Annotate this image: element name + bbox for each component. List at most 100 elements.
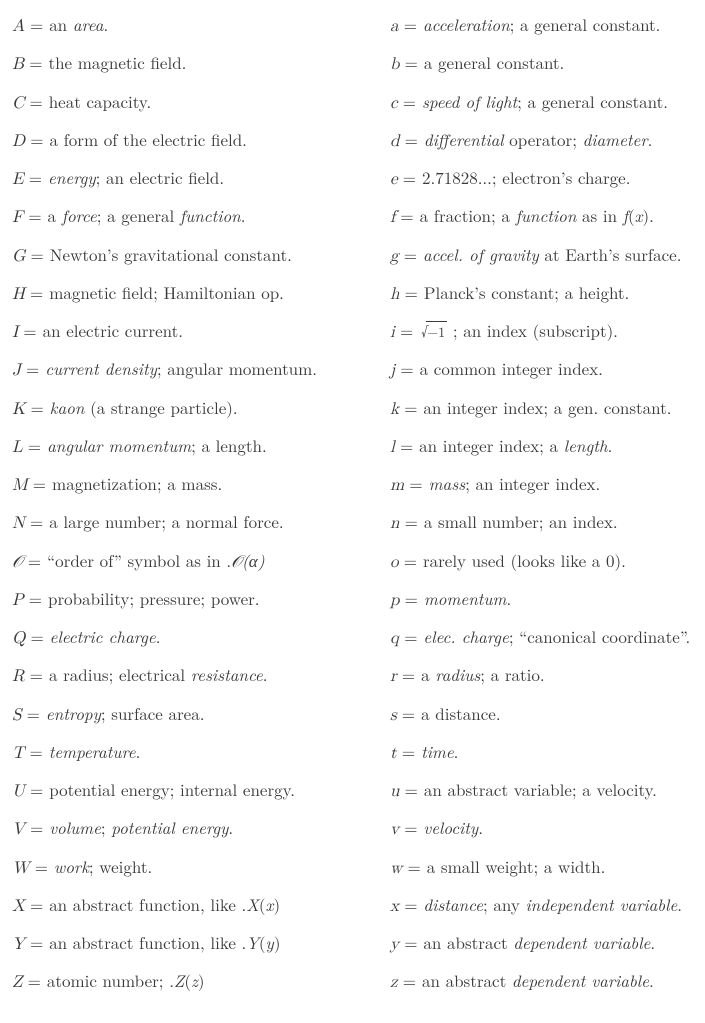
- lowercase-description: acceleration; a general constant.: [423, 14, 660, 35]
- text: ; a general constant.: [510, 12, 661, 36]
- uppercase-description: the magnetic field.: [48, 52, 186, 73]
- uppercase-entry: X=an abstract function, like .X(x): [12, 894, 390, 917]
- lowercase-entry: r=a radius; a ratio.: [390, 664, 695, 687]
- definition-row: J=current density; angular momentum.j=a …: [12, 358, 695, 381]
- lowercase-entry: c=speed of light; a general constant.: [390, 91, 695, 114]
- text: a small number; an index.: [424, 509, 618, 533]
- lowercase-description: a fraction; a function as in f(x).: [420, 205, 654, 226]
- uppercase-description: a form of the electric field.: [49, 129, 246, 150]
- lowercase-entry: i=√−1 ; an index (subscript).: [390, 320, 695, 343]
- uppercase-entry: C=heat capacity.: [12, 91, 390, 114]
- equals-sign: =: [24, 741, 48, 762]
- uppercase-entry: Q=electric charge.: [12, 626, 390, 649]
- uppercase-symbol: Y: [12, 934, 25, 955]
- uppercase-symbol: U: [12, 781, 25, 802]
- equals-sign: =: [395, 320, 419, 341]
- text: a small weight; a width.: [427, 854, 606, 878]
- text: ; an electric field.: [96, 165, 225, 189]
- uppercase-description: kaon (a strange particle).: [50, 397, 238, 418]
- uppercase-entry: A=an area.: [12, 14, 390, 37]
- italic-term: speed of light: [422, 89, 517, 113]
- equals-sign: =: [404, 473, 428, 494]
- equals-sign: =: [397, 664, 421, 685]
- lowercase-entry: j=a common integer index.: [390, 358, 695, 381]
- uppercase-entry: Y=an abstract function, like .Y(y): [12, 932, 390, 955]
- uppercase-description: magnetic field; Hamiltonian op.: [49, 282, 284, 303]
- lowercase-description: an integer index; a gen. constant.: [423, 397, 671, 418]
- lowercase-description: an abstract dependent variable.: [423, 932, 655, 953]
- italic-term: function: [516, 203, 577, 227]
- text: probability; pressure; power.: [48, 586, 260, 610]
- definition-row: C=heat capacity.c=speed of light; a gene…: [12, 91, 695, 114]
- equals-sign: =: [28, 473, 52, 494]
- text: Planck’s constant; a height.: [424, 280, 629, 304]
- definition-row: N=a large number; a normal force.n=a sma…: [12, 511, 695, 534]
- equals-sign: =: [25, 779, 49, 800]
- uppercase-description: a large number; a normal force.: [49, 511, 283, 532]
- italic-term: function: [180, 203, 241, 227]
- uppercase-symbol: K: [12, 399, 25, 420]
- uppercase-description: electric charge.: [50, 626, 161, 647]
- lowercase-symbol: k: [390, 399, 399, 420]
- text: .: [478, 815, 483, 839]
- uppercase-entry: E=energy; an electric field.: [12, 167, 390, 190]
- text: .: [103, 12, 108, 36]
- uppercase-description: atomic number; .Z(z): [47, 970, 205, 991]
- italic-term: length: [564, 433, 608, 457]
- lowercase-entry: h=Planck’s constant; a height.: [390, 282, 695, 305]
- italic-term: distance: [423, 892, 483, 916]
- lowercase-symbol: m: [390, 475, 404, 496]
- lowercase-description: a small weight; a width.: [427, 856, 606, 877]
- lowercase-description: velocity.: [423, 817, 483, 838]
- italic-term: kaon: [50, 395, 85, 419]
- uppercase-description: magnetization; a mass.: [52, 473, 222, 494]
- equals-sign: =: [399, 817, 423, 838]
- text: a general constant.: [424, 50, 564, 74]
- uppercase-entry: F=a force; a general function.: [12, 205, 390, 228]
- uppercase-symbol: V: [12, 819, 25, 840]
- definition-row: H=magnetic field; Hamiltonian op.h=Planc…: [12, 282, 695, 305]
- uppercase-entry: G=Newton’s gravitational constant.: [12, 244, 390, 267]
- lowercase-symbol: b: [390, 54, 400, 75]
- uppercase-description: entropy; surface area.: [46, 703, 205, 724]
- text: rarely used (looks like a 0).: [423, 548, 626, 572]
- uppercase-symbol: N: [12, 513, 25, 534]
- uppercase-symbol: M: [12, 475, 28, 496]
- text: a fraction; a: [420, 203, 516, 227]
- definition-row: X=an abstract function, like .X(x)x=dist…: [12, 894, 695, 917]
- equals-sign: =: [23, 970, 47, 991]
- uppercase-symbol: J: [12, 360, 21, 381]
- uppercase-description: temperature.: [49, 741, 141, 762]
- text: ; an index (subscript).: [447, 318, 618, 342]
- text: a radius; electrical: [49, 662, 191, 686]
- text: .: [608, 433, 613, 457]
- text: a large number; a normal force.: [49, 509, 283, 533]
- lowercase-description: an abstract variable; a velocity.: [424, 779, 657, 800]
- text: ;: [101, 815, 111, 839]
- lowercase-entry: o=rarely used (looks like a 0).: [390, 550, 695, 573]
- math-expression: Z(z): [174, 968, 205, 992]
- lowercase-description: 2.71828...; electron’s charge.: [422, 167, 630, 188]
- lowercase-symbol: d: [390, 131, 400, 152]
- equals-sign: =: [400, 779, 424, 800]
- text: ; weight.: [89, 854, 152, 878]
- uppercase-symbol: E: [12, 169, 24, 190]
- text: .: [650, 930, 655, 954]
- equals-sign: =: [395, 435, 419, 456]
- text: a form of the electric field.: [49, 127, 246, 151]
- italic-term: mass: [429, 471, 466, 495]
- definition-row: E=energy; an electric field.e=2.71828...…: [12, 167, 695, 190]
- uppercase-description: volume; potential energy.: [49, 817, 233, 838]
- equals-sign: =: [24, 52, 48, 73]
- italic-term: area: [73, 12, 104, 36]
- italic-term: elec. charge: [423, 624, 508, 648]
- definition-row: T=temperature.t=time.: [12, 741, 695, 764]
- text: .: [649, 203, 654, 227]
- text: ; “canonical coordinate”.: [509, 624, 690, 648]
- uppercase-entry: R=a radius; electrical resistance.: [12, 664, 390, 687]
- uppercase-description: heat capacity.: [49, 91, 151, 112]
- text: .: [263, 662, 268, 686]
- text: as in: [576, 203, 622, 227]
- text: a distance.: [421, 701, 500, 725]
- lowercase-symbol: w: [390, 858, 402, 879]
